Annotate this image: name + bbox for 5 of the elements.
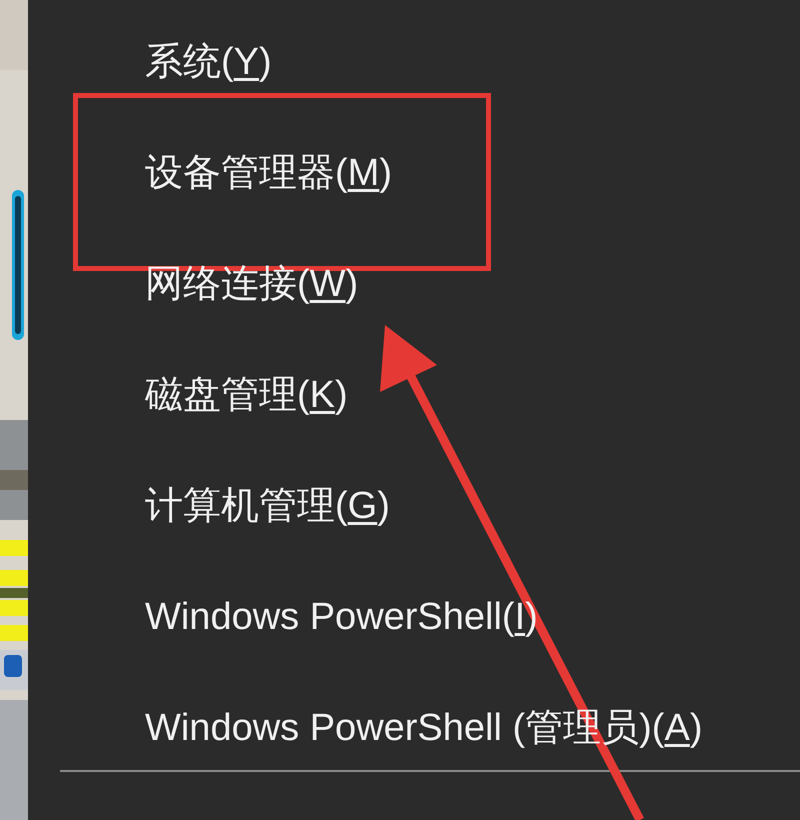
menu-item[interactable]: 计算机管理(G) xyxy=(145,478,390,535)
menu-item[interactable]: 系统(Y) xyxy=(145,34,272,91)
menu-item[interactable]: 设备管理器(M) xyxy=(145,145,392,202)
menu-item[interactable]: 磁盘管理(K) xyxy=(145,367,348,424)
menu-item[interactable]: 网络连接(W) xyxy=(145,256,358,313)
